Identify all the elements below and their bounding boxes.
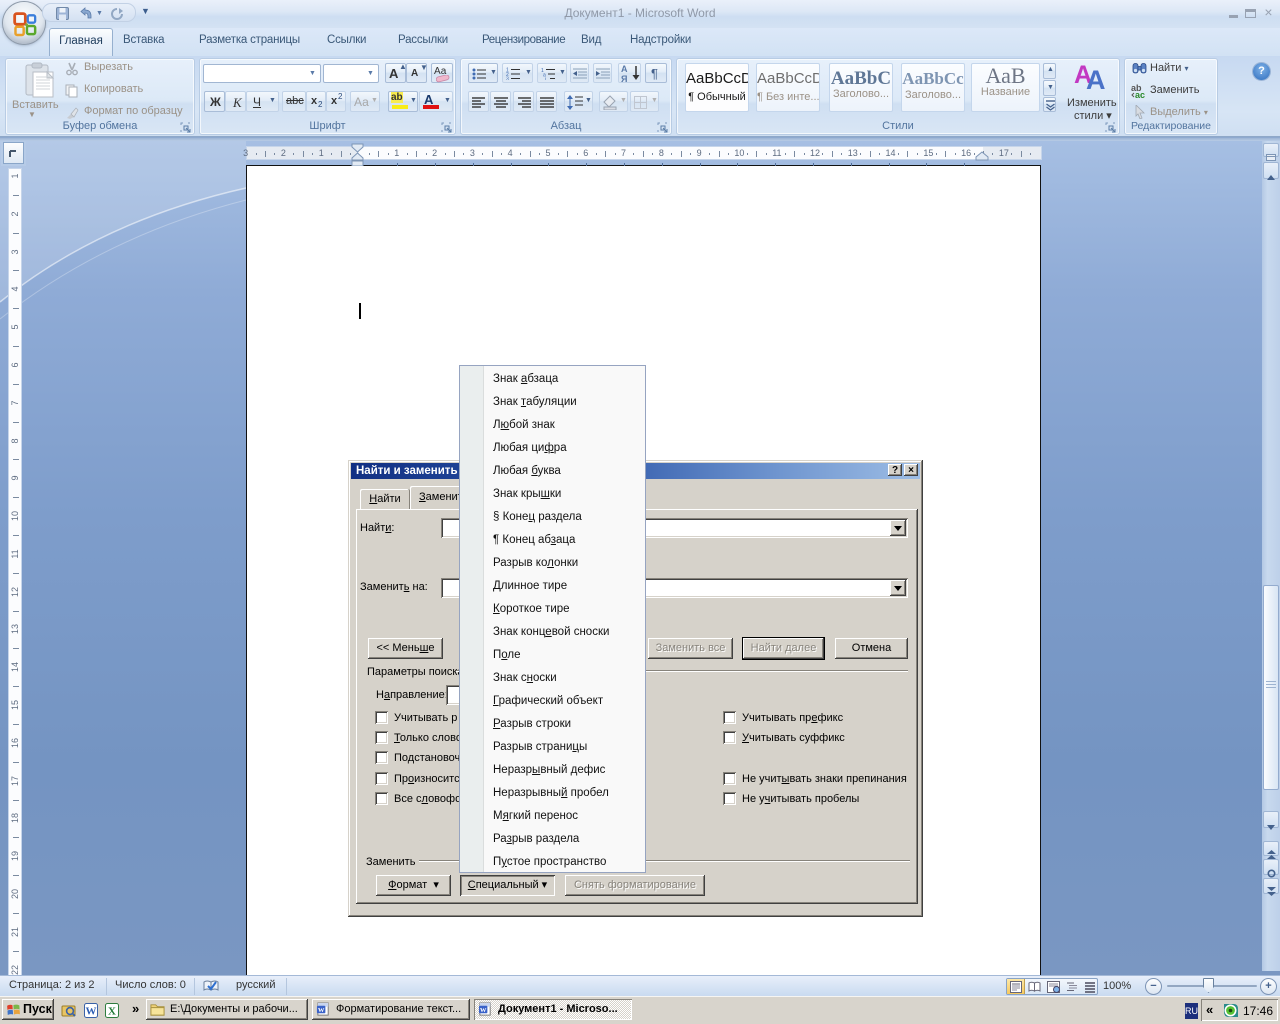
svg-text:ac: ac [1135,90,1145,98]
svg-text:W: W [480,1007,487,1014]
svg-text:X: X [108,1006,116,1018]
svg-text:W: W [86,1006,97,1018]
svg-text:W: W [318,1007,325,1014]
svg-text:i: i [545,77,546,80]
svg-text:3: 3 [506,77,509,81]
